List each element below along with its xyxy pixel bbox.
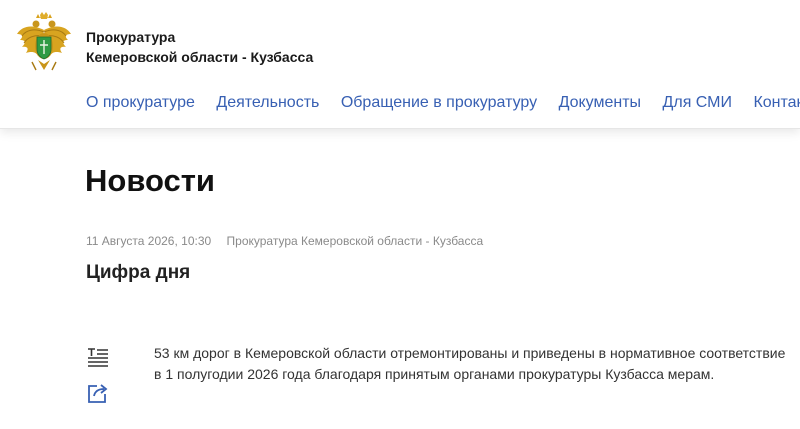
page-title: Новости (85, 163, 215, 198)
org-name-line-2: Кемеровской области - Кузбасса (86, 49, 314, 65)
article-meta: 11 Августа 2026, 10:30 Прокуратура Кемер… (86, 233, 483, 249)
article-source: Прокуратура Кемеровской области - Кузбас… (226, 234, 484, 248)
site-header: Прокуратура Кемеровской области - Кузбас… (0, 0, 800, 129)
article-date: 11 Августа 2026, 10:30 (86, 234, 212, 248)
text-lines-icon[interactable] (86, 345, 110, 369)
nav-item-media[interactable]: Для СМИ (663, 93, 732, 113)
share-icon[interactable] (86, 381, 110, 405)
nav-item-activity[interactable]: Деятельность (216, 93, 319, 113)
nav-item-appeal[interactable]: Обращение в прокуратуру (341, 93, 537, 113)
organization-name[interactable]: Прокуратура Кемеровской области - Кузбас… (86, 27, 313, 67)
article-title: Цифра дня (86, 262, 191, 283)
prosecutor-emblem-icon[interactable] (14, 12, 74, 76)
main-navigation: О прокуратуре Деятельность Обращение в п… (86, 93, 800, 113)
nav-item-documents[interactable]: Документы (559, 93, 641, 113)
nav-item-about[interactable]: О прокуратуре (86, 93, 195, 113)
nav-item-contacts[interactable]: Контакты (753, 93, 800, 113)
article-tools (86, 345, 112, 417)
org-name-line-1: Прокуратура (86, 29, 176, 45)
article-body-text: 53 км дорог в Кемеровской области отремо… (154, 345, 786, 382)
